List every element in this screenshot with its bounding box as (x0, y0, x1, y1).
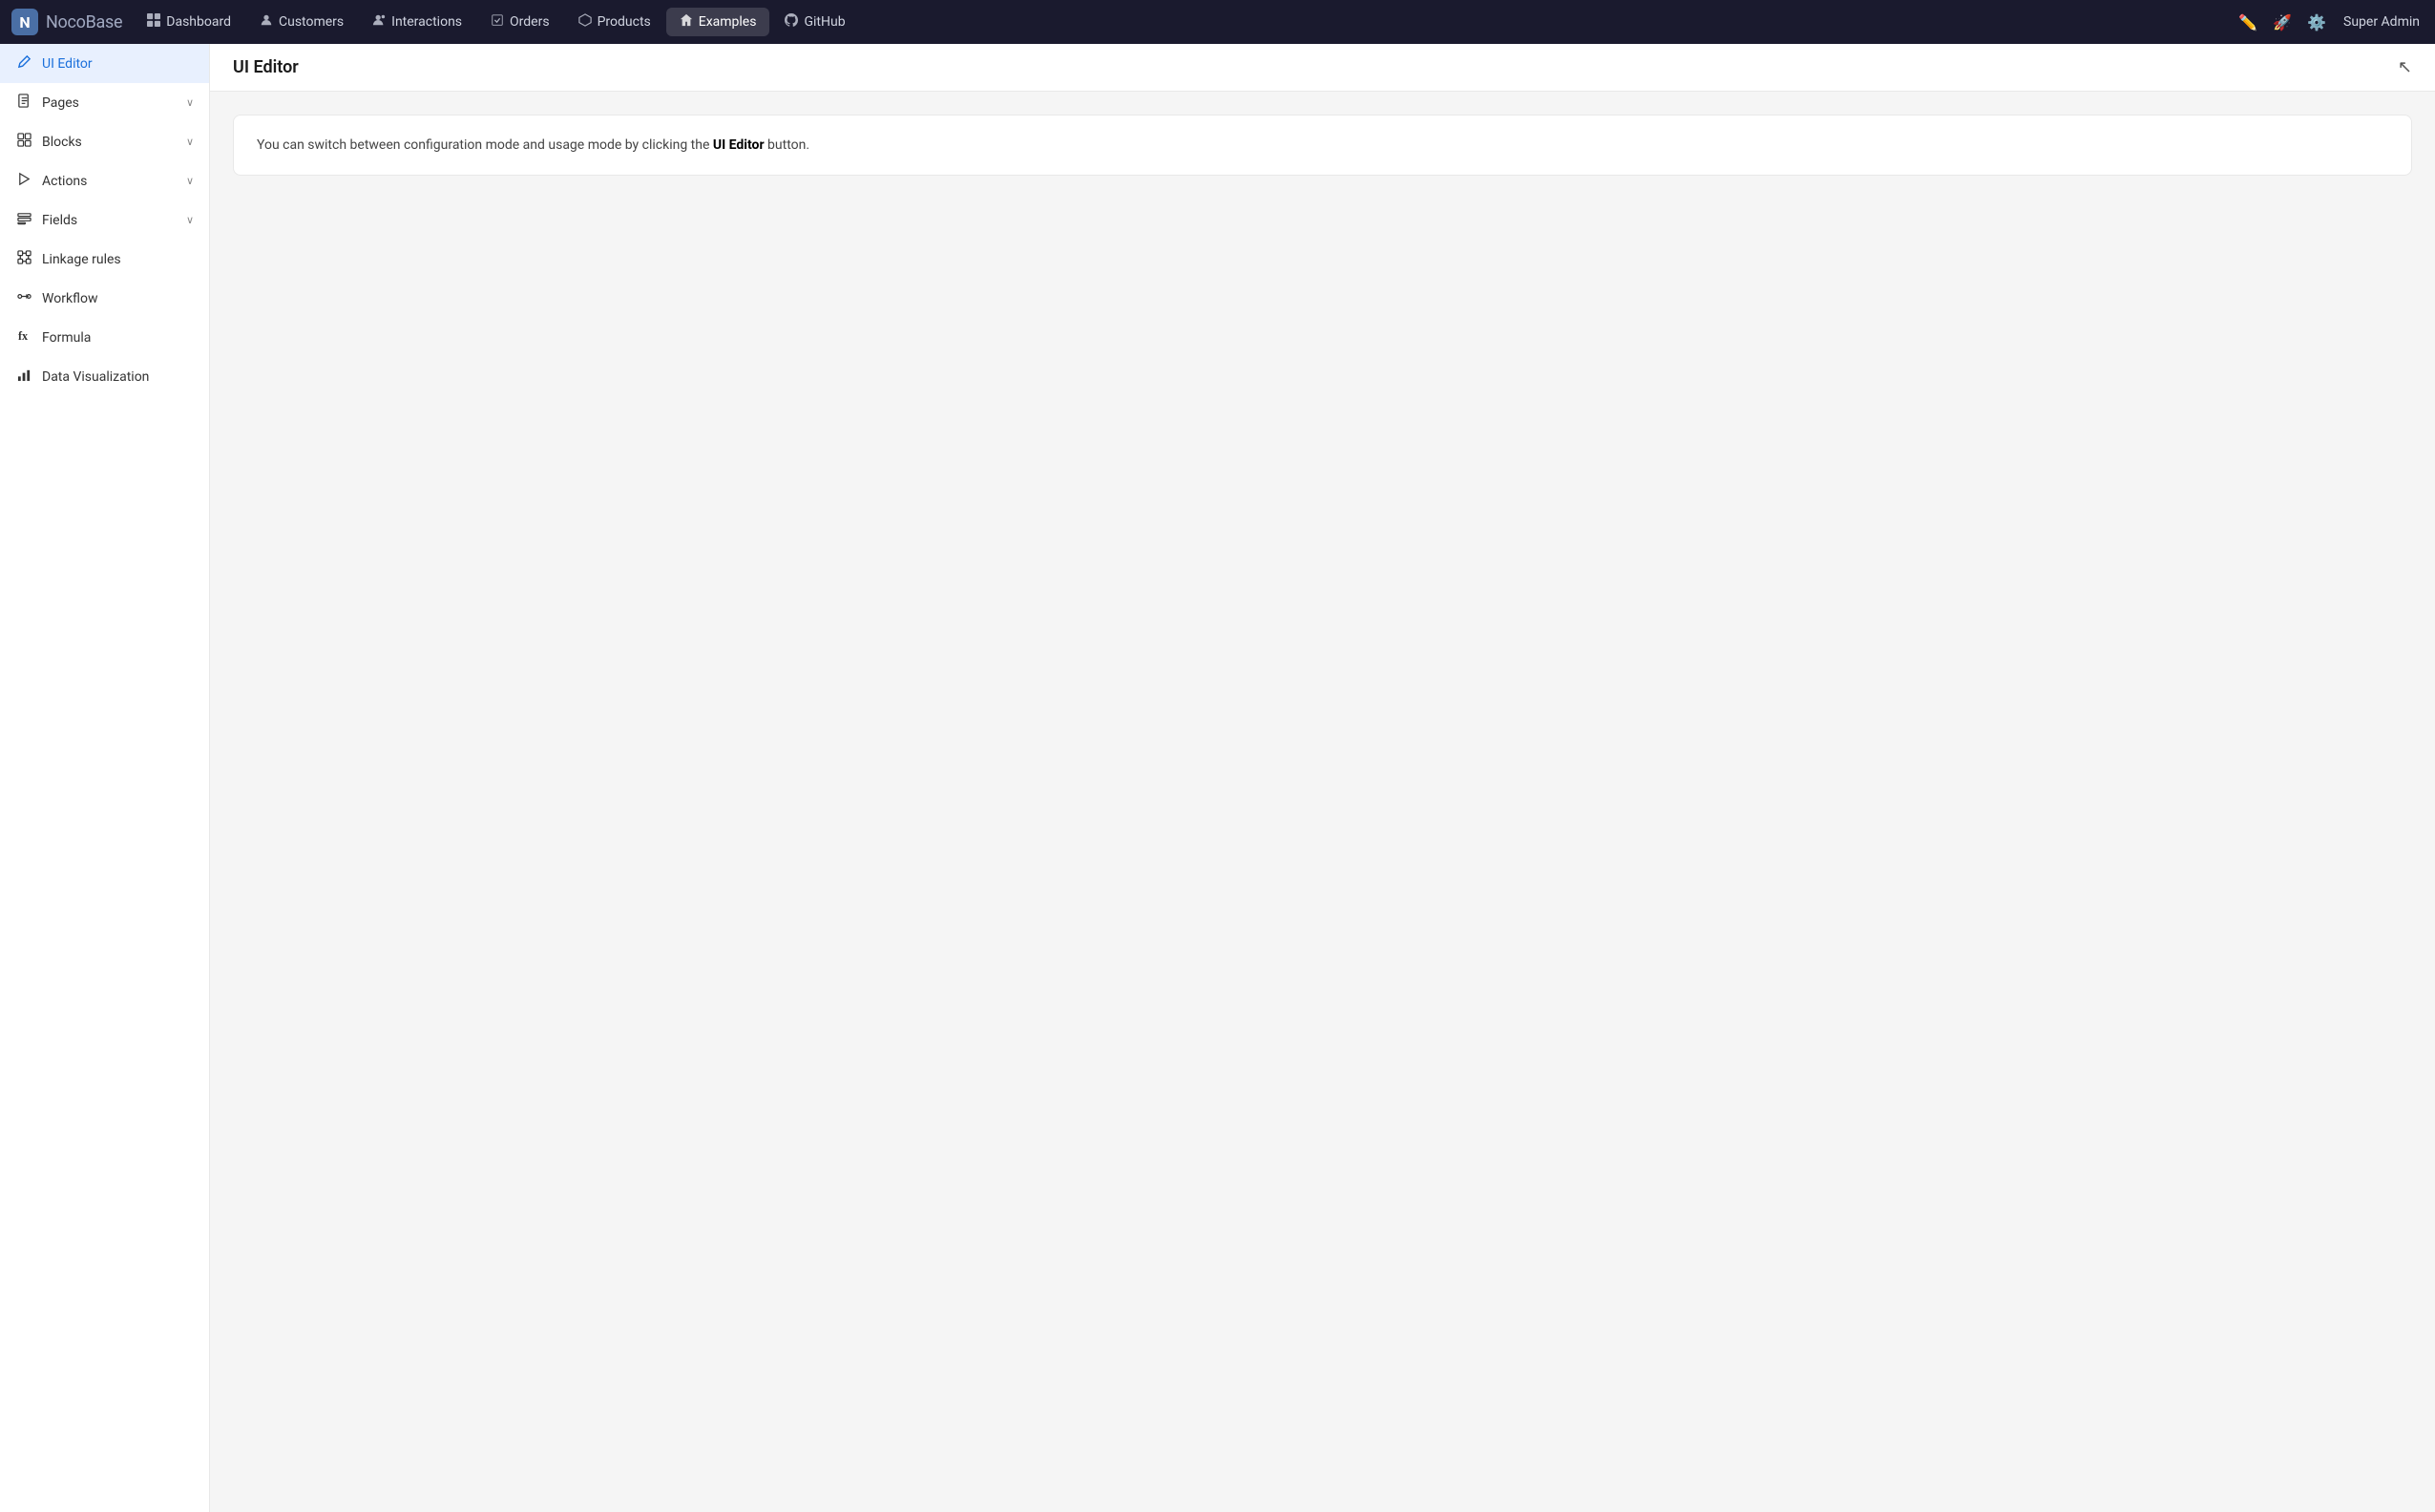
products-nav-icon (578, 13, 592, 31)
page-title: UI Editor (233, 57, 299, 77)
nav-item-github[interactable]: GitHub (771, 8, 858, 36)
blocks-sidebar-icon (15, 133, 32, 151)
settings-icon-btn[interactable]: ⚙️ (2301, 7, 2332, 37)
cursor-icon: ↖ (2398, 57, 2412, 77)
nav-right: ✏️ 🚀 ⚙️ Super Admin (2233, 7, 2427, 37)
linkage-rules-sidebar-icon (15, 250, 32, 268)
sidebar-label-blocks: Blocks (42, 135, 177, 150)
orders-nav-icon (491, 13, 504, 31)
ui-editor-sidebar-icon (15, 54, 32, 73)
logo-text-light: Base (86, 12, 123, 32)
nav-label-customers: Customers (279, 14, 344, 30)
info-text-bold: UI Editor (713, 137, 765, 153)
topnav: N NocoBase Dashboard Customers Interaction… (0, 0, 2435, 44)
info-card: You can switch between configuration mod… (233, 115, 2412, 176)
info-text-after: button. (765, 137, 809, 153)
examples-nav-icon (680, 13, 693, 31)
nav-items: Dashboard Customers Interactions Orders Prod… (134, 8, 2233, 36)
nav-label-orders: Orders (510, 14, 550, 30)
svg-text:fx: fx (17, 329, 28, 343)
content-area: UI Editor ↖ You can switch between confi… (210, 44, 2435, 1512)
sidebar-item-formula[interactable]: fx Formula (0, 318, 209, 357)
fields-sidebar-icon (15, 211, 32, 229)
main-layout: UI Editor Pages ∨ Blocks ∨ Actions ∨ Fie… (0, 44, 2435, 1512)
nav-label-products: Products (598, 14, 651, 30)
pages-chevron-icon: ∨ (186, 96, 194, 109)
pages-sidebar-icon (15, 94, 32, 112)
nav-item-examples[interactable]: Examples (666, 8, 770, 36)
nav-item-customers[interactable]: Customers (246, 8, 357, 36)
logo-text-bold: Noco (46, 12, 86, 32)
nav-label-interactions: Interactions (391, 14, 462, 30)
sidebar-label-data-visualization: Data Visualization (42, 369, 194, 385)
logo-text: NocoBase (46, 12, 122, 32)
workflow-sidebar-icon (15, 289, 32, 307)
fields-chevron-icon: ∨ (186, 214, 194, 226)
sidebar-item-actions[interactable]: Actions ∨ (0, 161, 209, 200)
logo-icon: N (11, 9, 38, 35)
sidebar: UI Editor Pages ∨ Blocks ∨ Actions ∨ Fie… (0, 44, 210, 1512)
content-body: You can switch between configuration mod… (210, 92, 2435, 1512)
nav-label-dashboard: Dashboard (166, 14, 231, 30)
user-label[interactable]: Super Admin (2336, 14, 2427, 30)
actions-chevron-icon: ∨ (186, 175, 194, 187)
content-header: UI Editor ↖ (210, 44, 2435, 92)
actions-sidebar-icon (15, 172, 32, 190)
sidebar-label-linkage-rules: Linkage rules (42, 252, 194, 267)
sidebar-label-pages: Pages (42, 95, 177, 111)
blocks-chevron-icon: ∨ (186, 136, 194, 148)
sidebar-item-linkage-rules[interactable]: Linkage rules (0, 240, 209, 279)
nav-item-orders[interactable]: Orders (477, 8, 563, 36)
sidebar-item-workflow[interactable]: Workflow (0, 279, 209, 318)
interactions-nav-icon (372, 13, 386, 31)
sidebar-label-actions: Actions (42, 174, 177, 189)
pen-icon-btn[interactable]: ✏️ (2233, 7, 2263, 37)
nav-item-products[interactable]: Products (565, 8, 664, 36)
sidebar-label-formula: Formula (42, 330, 194, 346)
dashboard-nav-icon (147, 13, 160, 31)
rocket-icon-btn[interactable]: 🚀 (2267, 7, 2298, 37)
nav-item-dashboard[interactable]: Dashboard (134, 8, 244, 36)
sidebar-item-pages[interactable]: Pages ∨ (0, 83, 209, 122)
sidebar-label-ui-editor: UI Editor (42, 56, 194, 72)
nav-label-github: GitHub (804, 14, 845, 30)
info-text-before: You can switch between configuration mod… (257, 137, 713, 153)
nav-item-interactions[interactable]: Interactions (359, 8, 475, 36)
sidebar-item-fields[interactable]: Fields ∨ (0, 200, 209, 240)
logo[interactable]: N NocoBase (8, 9, 134, 35)
customers-nav-icon (260, 13, 273, 31)
data-visualization-sidebar-icon (15, 368, 32, 386)
formula-sidebar-icon: fx (15, 328, 32, 346)
sidebar-item-blocks[interactable]: Blocks ∨ (0, 122, 209, 161)
sidebar-label-workflow: Workflow (42, 291, 194, 306)
github-nav-icon (785, 13, 798, 31)
sidebar-item-ui-editor[interactable]: UI Editor (0, 44, 209, 83)
sidebar-label-fields: Fields (42, 213, 177, 228)
sidebar-item-data-visualization[interactable]: Data Visualization (0, 357, 209, 396)
nav-label-examples: Examples (699, 14, 757, 30)
